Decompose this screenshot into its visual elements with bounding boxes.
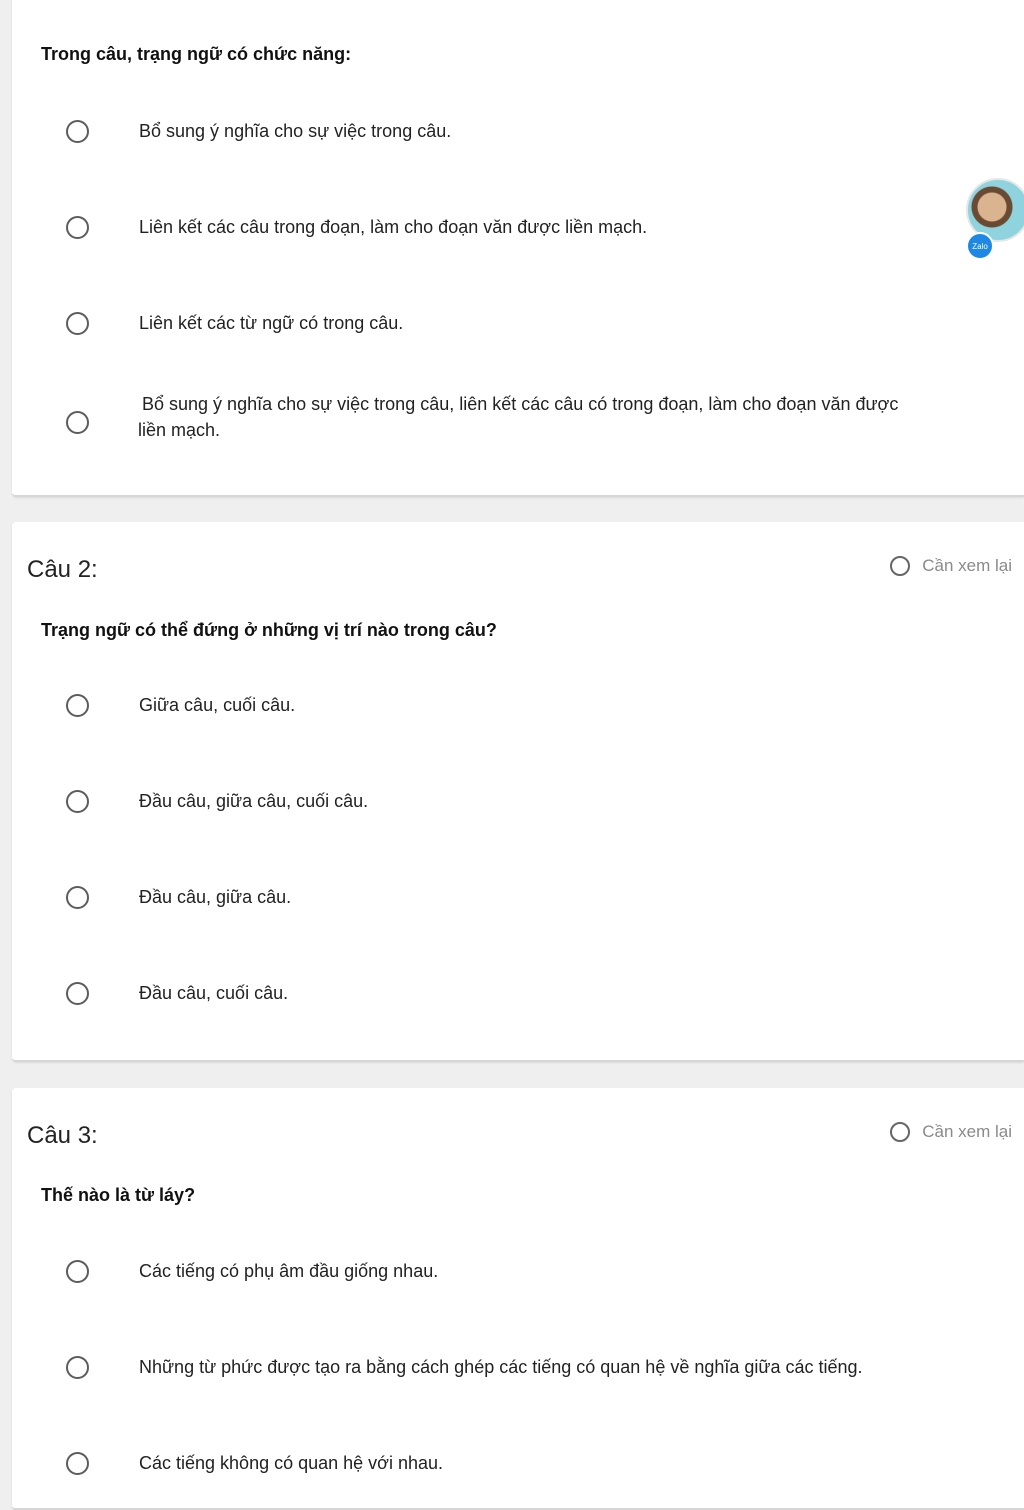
- radio-button-icon[interactable]: [66, 790, 89, 813]
- review-label: Cần xem lại: [922, 1122, 1012, 1141]
- option-label: Liên kết các từ ngữ có trong câu.: [139, 313, 404, 333]
- option-label: Các tiếng có phụ âm đầu giống nhau.: [139, 1261, 439, 1281]
- radio-button-icon[interactable]: [66, 1356, 89, 1379]
- review-toggle[interactable]: Cần xem lại: [890, 556, 1012, 576]
- radio-button-icon[interactable]: [66, 216, 89, 239]
- question-title: Câu 3:: [27, 1122, 98, 1149]
- zalo-badge-icon: Zalo: [966, 232, 994, 260]
- radio-button-icon[interactable]: [66, 120, 89, 143]
- option-label: Đầu câu, giữa câu.: [139, 887, 292, 907]
- question-card-3: Câu 3: Cần xem lại Thế nào là từ láy? Cá…: [12, 1088, 1024, 1510]
- review-radio-icon[interactable]: [890, 556, 911, 576]
- option-label: Đầu câu, giữa câu, cuối câu.: [139, 791, 369, 811]
- radio-button-icon[interactable]: [66, 1260, 89, 1283]
- radio-button-icon[interactable]: [66, 1452, 89, 1475]
- review-radio-icon[interactable]: [890, 1122, 911, 1142]
- radio-button-icon[interactable]: [66, 982, 89, 1005]
- option-label: Liên kết các câu trong đoạn, làm cho đoạ…: [139, 217, 648, 237]
- radio-button-icon[interactable]: [66, 694, 89, 717]
- option-label: Các tiếng không có quan hệ với nhau.: [139, 1453, 444, 1473]
- review-label: Cần xem lại: [922, 556, 1012, 575]
- option-label: Những từ phức được tạo ra bằng cách ghép…: [139, 1357, 863, 1377]
- question-text: Trạng ngữ có thể đứng ở những vị trí nào…: [41, 620, 497, 640]
- question-title: Câu 2:: [27, 556, 98, 583]
- radio-button-icon[interactable]: [66, 411, 89, 434]
- question-card-1: Trong câu, trạng ngữ có chức năng: Bổ su…: [12, 0, 1024, 497]
- option-label-line: Bổ sung ý nghĩa cho sự việc trong câu, l…: [142, 394, 899, 414]
- option-label: Giữa câu, cuối câu.: [139, 695, 296, 715]
- question-text: Trong câu, trạng ngữ có chức năng:: [41, 44, 352, 64]
- zalo-chat-head[interactable]: Zalo: [966, 178, 1024, 260]
- question-text: Thế nào là từ láy?: [41, 1185, 196, 1205]
- radio-button-icon[interactable]: [66, 886, 89, 909]
- question-card-2: Câu 2: Cần xem lại Trạng ngữ có thể đứng…: [12, 522, 1024, 1062]
- option-label: Bổ sung ý nghĩa cho sự việc trong câu.: [139, 121, 452, 141]
- option-label: Bổ sung ý nghĩa cho sự việc trong câu, l…: [138, 391, 989, 443]
- review-toggle[interactable]: Cần xem lại: [890, 1122, 1012, 1142]
- radio-button-icon[interactable]: [66, 312, 89, 335]
- option-label: Đầu câu, cuối câu.: [139, 983, 289, 1003]
- option-label-line: liền mạch.: [138, 420, 221, 440]
